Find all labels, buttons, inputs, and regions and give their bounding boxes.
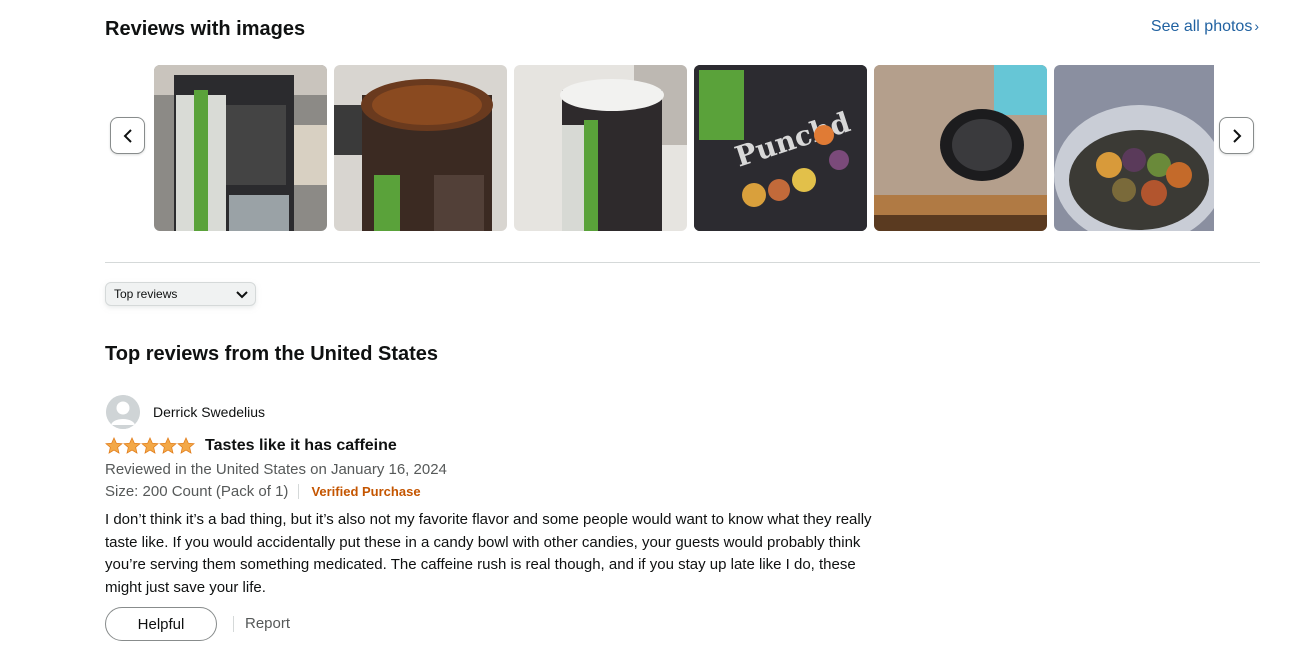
sort-reviews-dropdown[interactable]: Top reviews	[105, 282, 256, 306]
top-reviews-heading: Top reviews from the United States	[105, 343, 439, 365]
jar-lid-photo	[514, 65, 687, 231]
review-date: Reviewed in the United States on January…	[105, 461, 447, 478]
review-image-thumbnail[interactable]	[154, 65, 327, 231]
gummies-in-jar-photo	[1054, 65, 1214, 231]
review-title[interactable]: Tastes like it has caffeine	[205, 437, 397, 455]
action-separator	[233, 616, 234, 632]
star-icon	[141, 437, 159, 454]
reviewer-name[interactable]: Derrick Swedelius	[153, 404, 265, 420]
star-rating[interactable]	[105, 437, 195, 454]
reviews-with-images-heading: Reviews with images	[105, 18, 306, 40]
review-image-thumbnail[interactable]: Punchd	[694, 65, 867, 231]
review-image-thumbnail[interactable]	[874, 65, 1047, 231]
see-all-photos-link[interactable]: See all photos ›	[1151, 18, 1259, 36]
verified-purchase-badge: Verified Purchase	[311, 484, 421, 499]
meta-separator	[298, 484, 300, 499]
chevron-down-icon	[236, 291, 248, 299]
helpful-button[interactable]: Helpful	[105, 607, 217, 641]
default-profile-icon	[106, 395, 140, 429]
review-image-thumbnail[interactable]	[334, 65, 507, 231]
review-body: I don’t think it’s a bad thing, but it’s…	[105, 511, 872, 596]
star-icon	[123, 437, 141, 454]
jar-top-photo	[334, 65, 507, 231]
review-size-variant[interactable]: Size: 200 Count (Pack of 1)	[105, 483, 288, 500]
review-image-thumbnail[interactable]	[1054, 65, 1214, 231]
chevron-right-small-icon: ›	[1254, 18, 1259, 34]
avatar	[106, 395, 140, 429]
star-icon	[177, 437, 195, 454]
chevron-right-icon	[1232, 128, 1241, 143]
review-images-carousel: Punchd	[154, 65, 1214, 231]
carousel-next-button[interactable]	[1219, 117, 1254, 154]
carousel-prev-button[interactable]	[110, 117, 145, 154]
star-icon	[105, 437, 123, 454]
review-meta: Size: 200 Count (Pack of 1) Verified Pur…	[105, 483, 421, 500]
lid-on-tile-photo	[874, 65, 1047, 231]
sort-selected-value: Top reviews	[114, 287, 178, 301]
chevron-left-icon	[123, 128, 132, 143]
punchd-label-photo: Punchd	[694, 65, 867, 231]
report-link[interactable]: Report	[245, 615, 290, 632]
review-image-thumbnail[interactable]	[514, 65, 687, 231]
see-all-photos-label: See all photos	[1150, 18, 1253, 35]
section-divider	[105, 262, 1260, 263]
jar-side-photo	[154, 65, 327, 231]
star-icon	[159, 437, 177, 454]
